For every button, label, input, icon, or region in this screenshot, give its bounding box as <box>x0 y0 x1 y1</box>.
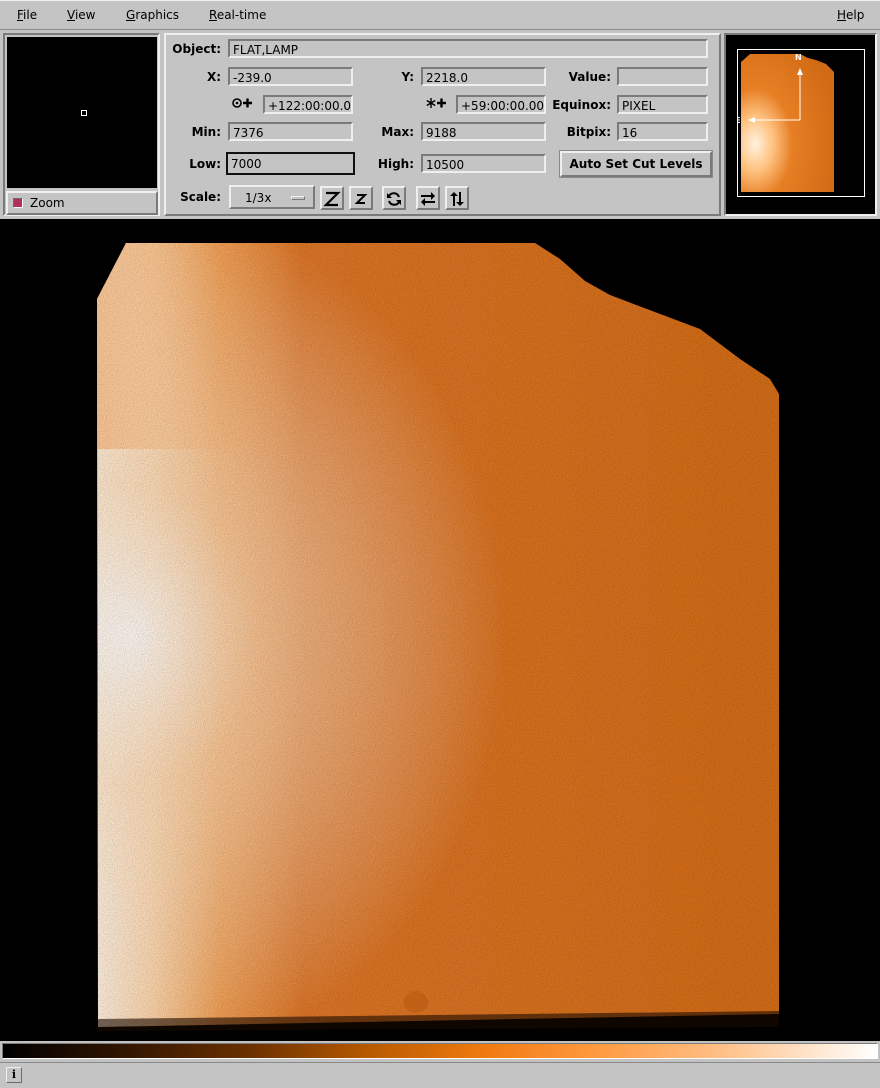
ra-field[interactable]: +122:00:00.000 <box>263 95 353 114</box>
pan-thumbnail: N E <box>735 53 834 192</box>
value-label: Value: <box>568 70 611 84</box>
y-field[interactable]: 2218.0 <box>421 67 546 86</box>
pan-panel[interactable]: N E <box>724 33 877 216</box>
compass-north-label: N <box>795 53 802 62</box>
menu-view[interactable]: View <box>67 8 95 22</box>
menu-realtime[interactable]: Real-time <box>209 8 266 22</box>
value-field[interactable] <box>617 67 708 86</box>
zoom-label: Zoom <box>30 196 65 210</box>
zoom-toggle-button[interactable]: Zoom <box>6 191 158 215</box>
zoom-in-icon <box>323 191 341 207</box>
x-label: X: <box>206 70 221 84</box>
menu-graphics[interactable]: Graphics <box>126 8 179 22</box>
low-label: Low: <box>189 157 221 171</box>
high-cut-input[interactable]: 10500 <box>421 154 546 173</box>
x-field[interactable]: -239.0 <box>228 67 353 86</box>
equinox-label: Equinox: <box>552 98 611 112</box>
object-field[interactable]: FLAT,LAMP <box>228 39 708 58</box>
max-field[interactable]: 9188 <box>421 122 546 141</box>
object-label: Object: <box>172 42 221 56</box>
scale-value: 1/3x <box>245 191 272 205</box>
rotate-button[interactable] <box>382 186 406 210</box>
dec-icon <box>426 96 448 114</box>
info-icon[interactable]: i <box>6 1067 22 1083</box>
rotate-icon <box>387 192 401 206</box>
colorbar[interactable] <box>2 1043 878 1059</box>
zoom-in-button[interactable] <box>320 186 344 210</box>
status-bar: i <box>0 1062 880 1088</box>
menu-bar: File View Graphics Real-time Help <box>0 0 880 30</box>
image-display[interactable] <box>0 219 880 1041</box>
auto-set-cut-levels-button[interactable]: Auto Set Cut Levels <box>559 150 713 178</box>
option-menu-indicator <box>291 196 305 200</box>
scale-menu[interactable]: 1/3x <box>229 185 315 209</box>
zoom-marker <box>81 110 87 116</box>
control-panel: Zoom Object: FLAT,LAMP X: -239.0 Y: 2218… <box>0 30 880 218</box>
image-info-panel: Object: FLAT,LAMP X: -239.0 Y: 2218.0 Va… <box>164 33 721 216</box>
zoom-view[interactable] <box>7 37 157 188</box>
high-label: High: <box>377 157 414 171</box>
compass-east-label: E <box>738 116 740 125</box>
y-label: Y: <box>401 70 414 84</box>
menu-help[interactable]: Help <box>837 8 864 22</box>
zoom-out-button[interactable] <box>349 186 373 210</box>
ra-icon <box>232 96 254 114</box>
flip-x-button[interactable] <box>416 186 440 210</box>
min-field[interactable]: 7376 <box>228 122 353 141</box>
flip-y-button[interactable] <box>445 186 469 210</box>
dec-field[interactable]: +59:00:00.00 <box>456 95 546 114</box>
max-label: Max: <box>381 125 414 139</box>
menu-file[interactable]: File <box>17 8 37 22</box>
low-cut-input[interactable]: 7000 <box>226 152 355 175</box>
flip-x-icon <box>421 192 435 206</box>
equinox-field[interactable]: PIXEL <box>617 95 708 114</box>
pan-frame: N E <box>735 49 865 197</box>
zoom-checkbox-indicator <box>13 198 23 208</box>
flip-y-icon <box>450 192 464 206</box>
scale-label: Scale: <box>180 190 221 204</box>
bitpix-field[interactable]: 16 <box>617 122 708 141</box>
fits-image <box>97 243 779 1031</box>
bitpix-label: Bitpix: <box>566 125 611 139</box>
zoom-out-icon <box>354 194 368 204</box>
zoom-panel: Zoom <box>3 33 160 216</box>
min-label: Min: <box>191 125 221 139</box>
